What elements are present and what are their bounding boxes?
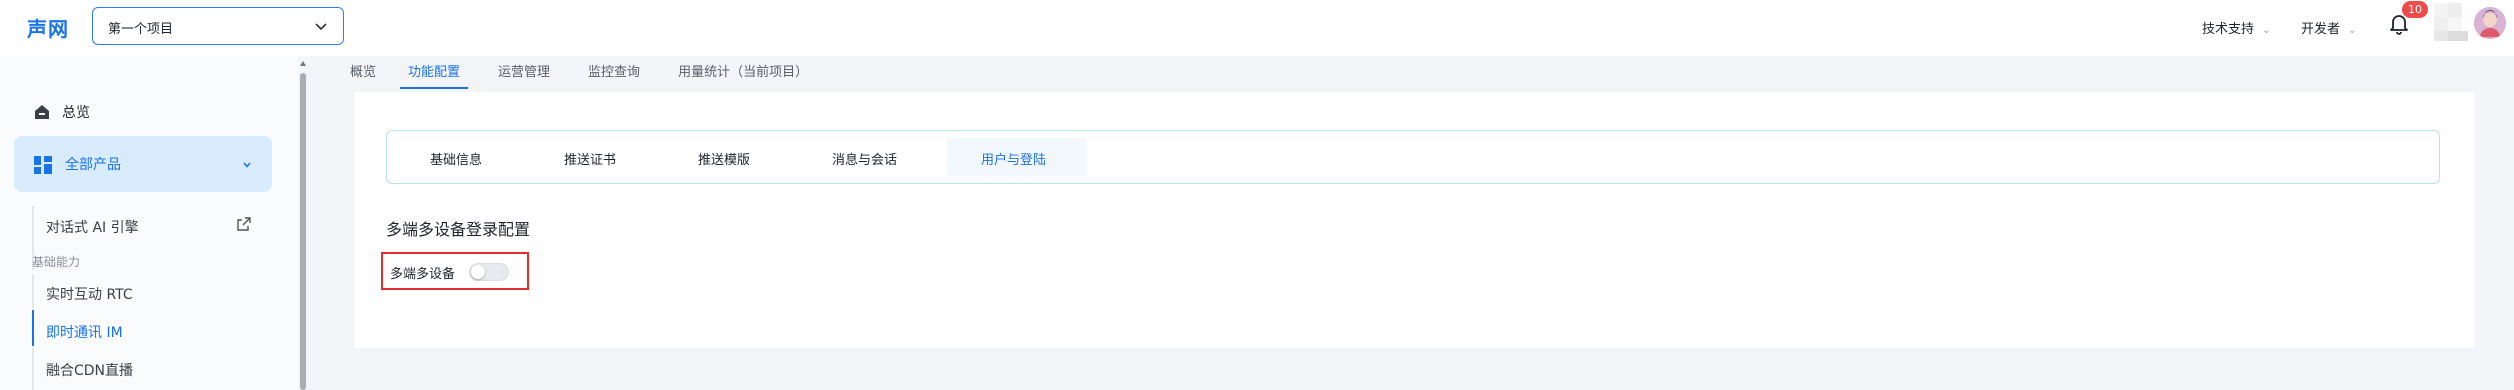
tab-feature-config[interactable]: 功能配置 [400, 57, 469, 89]
subtab-messages-sessions[interactable]: 消息与会话 [832, 149, 897, 168]
top-bar: 声网 第一个项目 技术支持 ⌄ 开发者 ⌄ 10 [0, 0, 2514, 56]
sidebar-active-indicator [32, 310, 34, 346]
grid-icon [34, 156, 52, 174]
multi-device-setting-highlight: 多端多设备 [381, 252, 529, 290]
project-select-value: 第一个项目 [108, 22, 174, 37]
logo[interactable]: 声网 [27, 13, 69, 42]
support-menu[interactable]: 技术支持 ⌄ [2202, 18, 2270, 37]
subtab-push-cert[interactable]: 推送证书 [564, 149, 616, 168]
project-select[interactable]: 第一个项目 [92, 7, 344, 45]
sidebar-group-label: 基础能力 [32, 255, 81, 269]
sidebar-item-conversational-ai[interactable]: 对话式 AI 引擎 [46, 217, 139, 237]
subtab-basic-info[interactable]: 基础信息 [430, 149, 482, 168]
sub-tabs: 基础信息 推送证书 推送模版 消息与会话 用户与登陆 [386, 130, 2440, 184]
developer-menu[interactable]: 开发者 ⌄ [2301, 18, 2356, 37]
caret-down-icon: ⌄ [2262, 25, 2271, 36]
section-title: 多端多设备登录配置 [386, 220, 531, 239]
sidebar-item-rtc[interactable]: 实时互动 RTC [46, 284, 133, 304]
sidebar-tree-line [32, 274, 34, 308]
chevron-down-icon [315, 23, 327, 31]
sidebar-item-im[interactable]: 即时通讯 IM [46, 322, 123, 342]
sidebar: 总览 全部产品 对话式 AI 引擎 基础能力 实时互动 RTC 即时通讯 IM … [0, 56, 298, 390]
sidebar-item-all-products[interactable]: 全部产品 [14, 136, 272, 192]
sidebar-tree-line [32, 348, 34, 390]
sidebar-scrollbar-thumb[interactable] [300, 73, 306, 390]
main-tabs: 概览 功能配置 运营管理 监控查询 用量统计（当前项目） [350, 57, 846, 89]
tab-monitoring[interactable]: 监控查询 [588, 57, 640, 89]
sidebar-item-label: 总览 [62, 105, 90, 121]
sidebar-item-cdn-live[interactable]: 融合CDN直播 [46, 360, 133, 380]
avatar[interactable] [2474, 7, 2506, 39]
notification-badge: 10 [2402, 1, 2428, 18]
user-name-mosaic [2434, 3, 2468, 41]
tab-overview[interactable]: 概览 [350, 57, 376, 89]
external-link-icon[interactable] [236, 216, 252, 232]
tab-usage-stats[interactable]: 用量统计（当前项目） [678, 57, 808, 89]
sidebar-item-home[interactable]: 总览 [34, 102, 90, 122]
sidebar-item-label: 全部产品 [65, 157, 121, 173]
tab-operations[interactable]: 运营管理 [498, 57, 550, 89]
avatar-image [2474, 7, 2506, 39]
developer-label: 开发者 [2301, 22, 2341, 37]
caret-down-icon: ⌄ [2348, 25, 2357, 36]
multi-device-label: 多端多设备 [390, 267, 456, 282]
multi-device-toggle[interactable] [469, 263, 509, 281]
chevron-down-icon [243, 162, 251, 168]
subtab-user-login[interactable]: 用户与登陆 [981, 149, 1046, 168]
subtab-push-template[interactable]: 推送模版 [698, 149, 750, 168]
home-icon [35, 105, 49, 119]
support-label: 技术支持 [2202, 22, 2255, 37]
scroll-up-arrow-icon[interactable] [300, 61, 306, 66]
toggle-knob [471, 265, 485, 279]
